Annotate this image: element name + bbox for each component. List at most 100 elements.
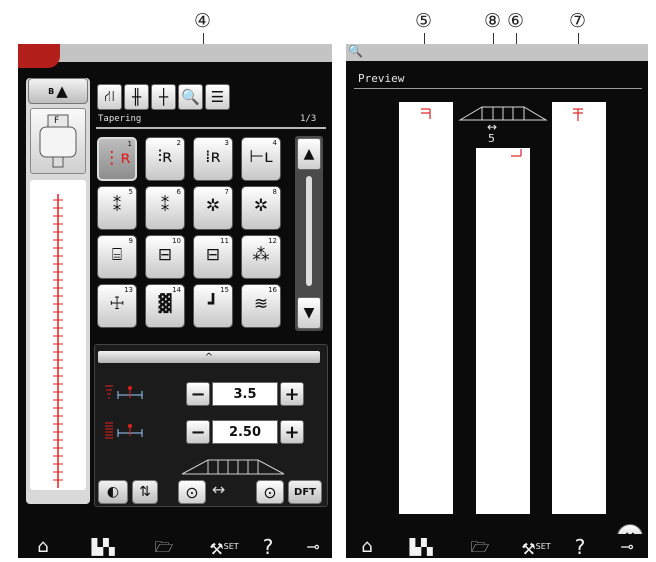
stitch-button-13[interactable]: 13 ☩: [97, 284, 137, 328]
taper-end-button[interactable]: ⊙: [256, 480, 284, 504]
stitch-number: 1: [127, 140, 132, 148]
preview-taper-icon: [458, 106, 548, 121]
preview-column-left: [399, 102, 453, 514]
callout-5: ⑤: [415, 10, 433, 32]
stitch-button-15[interactable]: 15 ┛: [193, 284, 233, 328]
stitch-glyph: ✲: [205, 196, 221, 216]
stitch-glyph: ⁑: [160, 196, 170, 216]
home-icon[interactable]: ⌂: [356, 536, 378, 558]
stitch-button-10[interactable]: 10 ⊟: [145, 235, 185, 279]
page-indicator: 1/3: [300, 114, 317, 124]
length-increase-button[interactable]: +: [280, 420, 304, 444]
file-folder-icon[interactable]: 🗁: [466, 536, 494, 558]
stitch-number: 11: [220, 237, 229, 245]
stitch-number: 5: [128, 188, 133, 196]
scroll-up-button[interactable]: ▲: [297, 138, 321, 170]
lock-key-icon[interactable]: ⊸: [612, 536, 642, 558]
machine-mode-icon[interactable]: ▙▚: [88, 536, 118, 558]
callout-7: ⑦: [569, 10, 587, 32]
stitch-glyph: ⫶ʀ: [157, 147, 173, 167]
help-icon[interactable]: ?: [258, 536, 278, 558]
foot-label: B: [48, 86, 55, 96]
preview-column-middle: [476, 148, 530, 514]
stitch-glyph: ▓: [158, 294, 172, 314]
stitch-button-14[interactable]: 14 ▓: [145, 284, 185, 328]
stitch-button-2[interactable]: 2 ⫶ʀ: [145, 137, 185, 181]
stitch-button-6[interactable]: 6 ⁑: [145, 186, 185, 230]
stitch-number: 4: [272, 139, 277, 147]
width-value: 3.5: [212, 382, 278, 406]
callout-6: ⑥: [507, 10, 525, 32]
length-decrease-button[interactable]: −: [186, 420, 210, 444]
stitch-scrollbar[interactable]: ▲ ▼: [295, 136, 323, 331]
stitch-glyph: ☩: [109, 294, 125, 314]
set-label: SET: [535, 542, 551, 551]
taper-start-button[interactable]: ⊙: [178, 480, 206, 504]
machine-mode-icon[interactable]: ▙▚: [406, 536, 436, 558]
stitch-button-12[interactable]: 12 ⁂: [241, 235, 281, 279]
stitch-settings-icon[interactable]: ⛙: [97, 84, 122, 110]
taper-shape-icon: [181, 459, 285, 475]
stitch-button-16[interactable]: 16 ≋: [241, 284, 281, 328]
default-button[interactable]: DFT: [288, 480, 322, 504]
length-value: 2.50: [212, 420, 278, 444]
stitch-button-7[interactable]: 7 ✲: [193, 186, 233, 230]
stitch-glyph: ✲: [253, 196, 269, 216]
settings-set-icon[interactable]: ⚒SET: [204, 536, 244, 559]
top-status-strip: [18, 44, 332, 62]
stitch-glyph: ⌸: [111, 245, 123, 265]
home-icon[interactable]: ⌂: [32, 536, 54, 558]
stitch-number: 10: [172, 237, 181, 245]
settings-set-icon[interactable]: ⚒SET: [516, 536, 556, 559]
category-divider: [96, 127, 326, 129]
mirror-button[interactable]: ◐: [98, 480, 128, 504]
needle-position-icon[interactable]: ┼: [151, 84, 176, 110]
preview-screen: 🔍 Preview ↔ 5 × ⌂ ▙▚ 🗁 ⚒SET ? ⊸: [346, 44, 648, 559]
stitch-button-5[interactable]: 5 ⁑: [97, 186, 137, 230]
memo-icon[interactable]: ☰: [205, 84, 230, 110]
lock-key-icon[interactable]: ⊸: [298, 536, 328, 558]
file-folder-icon[interactable]: 🗁: [150, 536, 178, 558]
callout-4: ④: [194, 10, 212, 32]
stitch-button-4[interactable]: 4 ⊢ʟ: [241, 137, 281, 181]
width-increase-button[interactable]: +: [280, 382, 304, 406]
width-decrease-button[interactable]: −: [186, 382, 210, 406]
stitch-button-3[interactable]: 3 ⁞ʀ: [193, 137, 233, 181]
collapse-panel-button[interactable]: ^: [98, 351, 320, 363]
help-icon[interactable]: ?: [570, 536, 590, 558]
stitch-glyph: ≋: [253, 294, 269, 314]
preview-magnifier-icon[interactable]: 🔍: [178, 84, 203, 110]
stitch-glyph: ⋮ʀ: [103, 148, 131, 168]
stitch-glyph: ┛: [207, 294, 219, 314]
foot-height-icon[interactable]: ╫: [124, 84, 149, 110]
stitch-mark-end: [573, 108, 583, 121]
scroll-track[interactable]: [306, 176, 312, 286]
stitch-number: 15: [220, 286, 229, 294]
foot-up-down-button[interactable]: B ▲: [28, 78, 88, 104]
stitch-button-1[interactable]: 1 ⋮ʀ: [97, 137, 137, 181]
top-status-strip: 🔍: [346, 44, 648, 61]
stitch-mark-middle: [511, 149, 522, 157]
preview-length-value: 5: [488, 132, 495, 145]
magnifier-icon: 🔍: [348, 44, 363, 58]
stitch-mark-start: [421, 108, 431, 119]
foot-up-icon: ▲: [56, 82, 68, 100]
stitch-number: 9: [128, 237, 133, 245]
stitch-number: 7: [224, 188, 229, 196]
stitch-button-8[interactable]: 8 ✲: [241, 186, 281, 230]
preview-title: Preview: [358, 72, 405, 85]
taper-arrow-icon: ↔: [212, 480, 226, 499]
callout-8: ⑧: [484, 10, 502, 32]
stitch-preview-line: [53, 194, 63, 488]
mode-tab-icon[interactable]: [18, 44, 60, 68]
stitch-number: 12: [268, 237, 277, 245]
presser-foot-letter: F: [54, 116, 60, 126]
flip-button[interactable]: ⇅: [132, 480, 158, 504]
stitch-glyph: ⁑: [112, 196, 122, 216]
stitch-number: 2: [176, 139, 181, 147]
stitch-number: 8: [272, 188, 277, 196]
stitch-button-9[interactable]: 9 ⌸: [97, 235, 137, 279]
scroll-down-button[interactable]: ▼: [297, 297, 321, 329]
stitch-button-11[interactable]: 11 ⊟: [193, 235, 233, 279]
set-label: SET: [223, 542, 239, 551]
